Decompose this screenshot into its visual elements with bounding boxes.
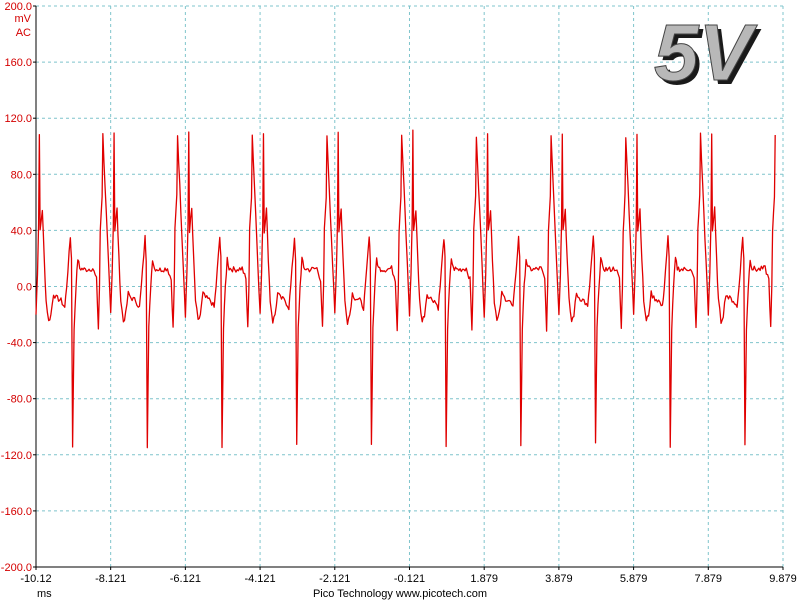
x-tick-label: -4.121 [244, 573, 275, 585]
x-tick-label: -8.121 [95, 573, 126, 585]
x-tick-label: 5.879 [620, 573, 648, 585]
y-tick-label: 80.0 [11, 169, 32, 181]
oscilloscope-chart: 200.0 160.0 120.0 80.0 40.0 0.0 -40.0 -80.0 -120… [0, 0, 800, 600]
y-tick-label: -160.0 [1, 506, 32, 518]
y-tick-label: -120.0 [1, 450, 32, 462]
x-tick-label: -0.121 [394, 573, 425, 585]
y-tick-label: 160.0 [4, 57, 32, 69]
x-tick-label: 1.879 [470, 573, 498, 585]
x-tick-label: -6.121 [170, 573, 201, 585]
y-tick-label: 0.0 [17, 282, 32, 294]
voltage-badge: 5V [654, 8, 757, 97]
y-tick-label: 120.0 [4, 113, 32, 125]
y-unit-label: mV [15, 13, 32, 25]
x-tick-label: 3.879 [545, 573, 573, 585]
y-tick-label: 200.0 [4, 1, 32, 13]
y-tick-label: -40.0 [7, 338, 32, 350]
footer-credit: Pico Technology www.picotech.com [313, 588, 487, 600]
y-tick-label: 40.0 [11, 225, 32, 237]
y-coupling-label: AC [16, 27, 31, 39]
x-tick-label: -10.12 [20, 573, 51, 585]
x-tick-label: -2.121 [319, 573, 350, 585]
x-tick-label: 7.879 [695, 573, 723, 585]
x-unit-label: ms [37, 588, 52, 600]
x-tick-label: 9.879 [769, 573, 797, 585]
y-tick-label: -80.0 [7, 394, 32, 406]
